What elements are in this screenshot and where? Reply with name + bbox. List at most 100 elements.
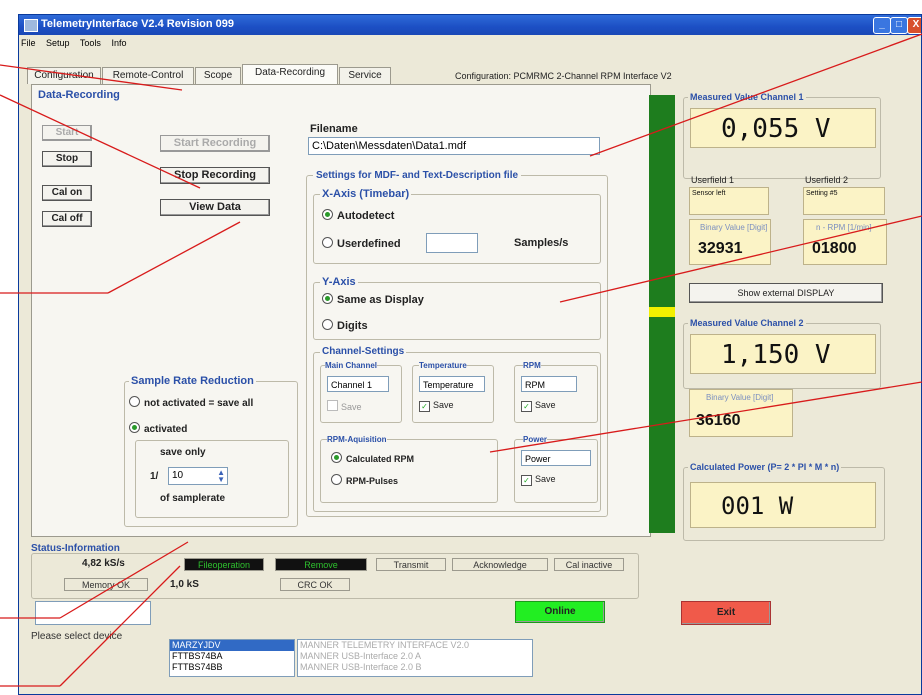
activated-radio[interactable]: activated	[129, 422, 187, 435]
tab-data-recording[interactable]: Data-Recording	[242, 64, 338, 84]
rpm-save-checkbox[interactable]: ✓ Save	[521, 400, 556, 412]
filename-input[interactable]: C:\Daten\Messdaten\Data1.mdf	[308, 137, 600, 155]
menu-setup[interactable]: Setup	[46, 38, 70, 48]
mdf-settings-title: Settings for MDF- and Text-Description f…	[313, 170, 522, 181]
app-window: TelemetryInterface V2.4 Revision 099 _ □…	[18, 14, 922, 695]
show-external-display-button[interactable]: Show external DISPLAY	[689, 283, 883, 303]
channel-settings-group: Channel-Settings Main Channel Channel 1 …	[313, 346, 601, 512]
channel-settings-title: Channel-Settings	[320, 346, 407, 357]
rpm-value-label: n - RPM [1/min]	[816, 223, 872, 232]
close-button[interactable]: X	[907, 17, 921, 34]
checkbox-icon	[327, 400, 338, 411]
power-display-group: Calculated Power (P= 2 * PI * M * n) 001…	[683, 462, 885, 541]
view-data-button[interactable]: View Data	[160, 199, 270, 216]
ratio-spin-input[interactable]: 10 ▲ ▼	[168, 467, 228, 485]
radio-empty-icon	[322, 319, 333, 330]
xaxis-group: X-Axis (Timebar) Autodetect Userdefined …	[313, 188, 601, 264]
binary-value: 32931	[698, 240, 743, 257]
exit-button[interactable]: Exit	[681, 601, 771, 625]
main-channel-input[interactable]: Channel 1	[327, 376, 389, 392]
tab-service[interactable]: Service	[339, 67, 391, 84]
radio-selected-icon	[331, 452, 342, 463]
calculated-rpm-radio[interactable]: Calculated RPM	[331, 452, 414, 464]
maximize-button[interactable]: □	[890, 17, 908, 34]
channel1-group: Measured Value Channel 1 0,055 V	[683, 92, 881, 179]
device-desc-item[interactable]: MANNER USB-Interface 2.0 A	[298, 651, 532, 662]
not-activated-radio[interactable]: not activated = save all	[129, 396, 253, 409]
binary-value-label: Binary Value [Digit]	[700, 223, 768, 232]
sample-rate-group: Sample Rate Reduction not activated = sa…	[124, 375, 298, 527]
samples-unit: Samples/s	[514, 237, 569, 249]
mdf-settings-group: Settings for MDF- and Text-Description f…	[306, 170, 608, 517]
device-id-item[interactable]: FTTBS74BB	[170, 662, 294, 673]
channel1-display: 0,055 V	[690, 108, 876, 148]
radio-selected-icon	[129, 422, 140, 433]
device-id-item[interactable]: FTTBS74BA	[170, 651, 294, 662]
power-save-checkbox[interactable]: ✓ Save	[521, 474, 556, 486]
main-channel-save: Save	[327, 400, 362, 412]
menu-file[interactable]: File	[21, 38, 36, 48]
tab-configuration[interactable]: Configuration	[27, 67, 101, 84]
userfield2-display: Setting #5	[803, 187, 885, 215]
tab-scope[interactable]: Scope	[195, 67, 241, 84]
device-desc-item[interactable]: MANNER TELEMETRY INTERFACE V2.0	[298, 640, 532, 651]
same-as-display-radio[interactable]: Same as Display	[322, 293, 424, 306]
app-icon	[24, 19, 38, 32]
binary2-value-box: Binary Value [Digit] 36160	[689, 389, 793, 437]
stop-recording-button[interactable]: Stop Recording	[160, 167, 270, 184]
radio-empty-icon	[322, 237, 333, 248]
fileoperation-indicator: Fileoperation	[184, 558, 264, 571]
device-id-item-selected[interactable]: MARZYJDV	[170, 640, 294, 651]
userdefined-radio[interactable]: Userdefined	[322, 237, 401, 250]
radio-selected-icon	[322, 293, 333, 304]
digits-radio[interactable]: Digits	[322, 319, 368, 332]
binary-value-box: Binary Value [Digit] 32931	[689, 219, 771, 265]
status-message-input[interactable]	[35, 601, 151, 625]
tab-remote-control[interactable]: Remote-Control	[102, 67, 194, 84]
temperature-save-checkbox[interactable]: ✓ Save	[419, 400, 454, 412]
ratio-prefix: 1/	[150, 471, 159, 482]
rpm-value: 01800	[812, 240, 857, 257]
autodetect-radio[interactable]: Autodetect	[322, 209, 394, 222]
menu-info[interactable]: Info	[111, 38, 126, 48]
temperature-input[interactable]: Temperature	[419, 376, 485, 392]
cal-on-button[interactable]: Cal on	[42, 185, 92, 201]
minimize-button[interactable]: _	[873, 17, 891, 34]
device-desc-item[interactable]: MANNER USB-Interface 2.0 B	[298, 662, 532, 673]
channel2-title: Measured Value Channel 2	[688, 318, 806, 328]
data-recording-panel: Data-Recording Start Stop Cal on Cal off…	[31, 84, 651, 537]
rpm-aquisition-label: RPM-Aquisition	[327, 435, 387, 444]
channel2-display: 1,150 V	[690, 334, 876, 374]
cal-off-button[interactable]: Cal off	[42, 211, 92, 227]
title-bar: TelemetryInterface V2.4 Revision 099 _ □…	[19, 15, 921, 35]
channel1-title: Measured Value Channel 1	[688, 92, 806, 102]
spin-arrows-icon[interactable]: ▲ ▼	[217, 469, 225, 484]
power-display: 001 W	[690, 482, 876, 528]
status-group: 4,82 kS/s Fileoperation Remove Transmit …	[31, 553, 639, 599]
stop-button[interactable]: Stop	[42, 151, 92, 167]
check-icon: ✓	[419, 401, 430, 412]
device-description-list[interactable]: MANNER TELEMETRY INTERFACE V2.0 MANNER U…	[297, 639, 533, 677]
save-only-label: save only	[160, 447, 206, 458]
temperature-label: Temperature	[419, 361, 467, 370]
filename-label: Filename	[310, 123, 358, 135]
userfield1-display: Sensor left	[689, 187, 769, 215]
device-id-list[interactable]: MARZYJDV FTTBS74BA FTTBS74BB	[169, 639, 295, 677]
online-button[interactable]: Online	[515, 601, 605, 623]
start-button[interactable]: Start	[42, 125, 92, 141]
save-only-group: save only 1/ 10 ▲ ▼ of samplerate	[135, 440, 289, 518]
userfield2-label: Userfield 2	[805, 175, 849, 185]
radio-empty-icon	[331, 474, 342, 485]
samples-input[interactable]	[426, 233, 478, 253]
menu-tools[interactable]: Tools	[80, 38, 101, 48]
configuration-label: Configuration: PCMRMC 2-Channel RPM Inte…	[455, 71, 672, 81]
main-channel-group: Main Channel Channel 1 Save	[320, 361, 402, 423]
power-input[interactable]: Power	[521, 450, 591, 466]
cal-inactive-indicator: Cal inactive	[554, 558, 624, 571]
yaxis-group: Y-Axis Same as Display Digits	[313, 276, 601, 340]
rpm-input[interactable]: RPM	[521, 376, 577, 392]
rpm-pulses-radio[interactable]: RPM-Pulses	[331, 474, 398, 486]
rpm-group: RPM RPM ✓ Save	[514, 361, 598, 423]
select-device-label: Please select device	[31, 631, 123, 642]
start-recording-button[interactable]: Start Recording	[160, 135, 270, 152]
